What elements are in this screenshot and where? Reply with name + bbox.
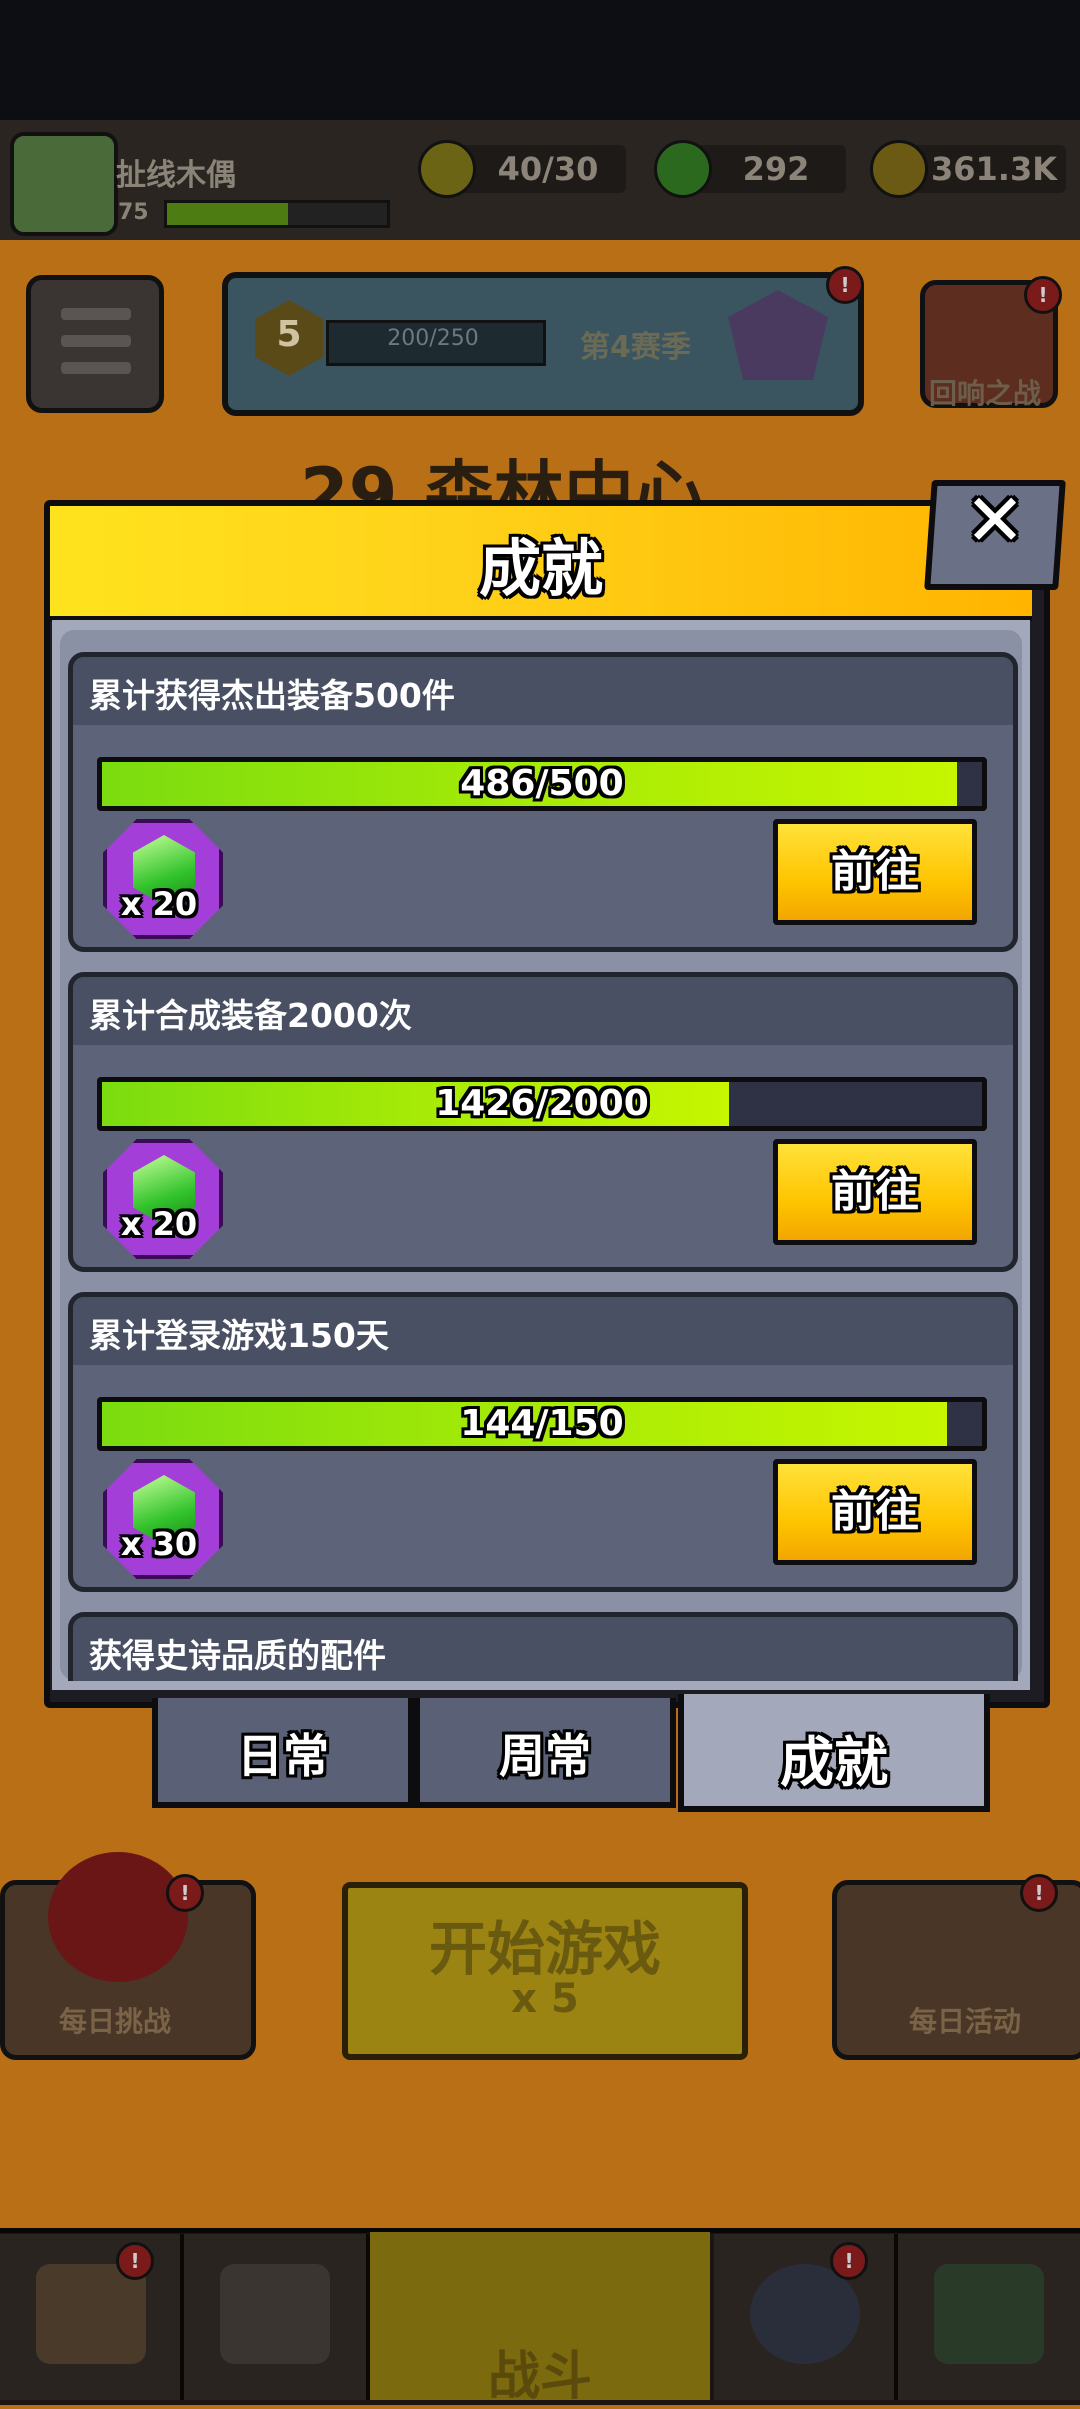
season-level: 5: [276, 314, 302, 355]
gem-add-icon[interactable]: [654, 140, 712, 198]
coin-add-icon[interactable]: [870, 140, 928, 198]
achievement-progress-bar: 486/500: [97, 757, 987, 811]
echo-battle-label: 回响之战: [928, 377, 1041, 410]
reward-quantity: x 20: [120, 885, 198, 923]
achievement-card: 累计登录游戏150天 144/150 x 30 前往: [68, 1292, 1018, 1592]
tab-shop[interactable]: [0, 2234, 184, 2400]
tab-equipment[interactable]: [184, 2234, 370, 2400]
achievement-progress-text: 144/150: [460, 1403, 624, 1444]
achievement-title: 累计登录游戏150天: [89, 1316, 389, 1355]
energy-value: 40/30: [497, 150, 599, 188]
achievement-title: 累计合成装备2000次: [89, 996, 412, 1035]
modal-title: 成就: [478, 532, 603, 605]
tab-battle-label: 战斗: [487, 2347, 592, 2407]
status-bar: [0, 0, 1080, 120]
reward-quantity: x 30: [120, 1525, 198, 1563]
achievement-card: 累计获得杰出装备500件 486/500 x 20 前往: [68, 652, 1018, 952]
tab-talent[interactable]: [714, 2234, 898, 2400]
player-avatar[interactable]: [10, 132, 118, 236]
go-button-label: 前往: [831, 1166, 919, 1217]
season-alert-badge: !: [826, 266, 864, 304]
achievement-progress-bar: 1426/2000: [97, 1077, 987, 1131]
season-label: 第4赛季: [580, 330, 691, 365]
dna-icon: [934, 2264, 1044, 2364]
coin-value: 361.3K: [930, 150, 1057, 188]
go-button-label: 前往: [831, 846, 919, 897]
menu-button[interactable]: [26, 275, 164, 413]
tab-daily-label: 日常: [237, 1729, 329, 1783]
tab-weekly-label: 周常: [499, 1729, 591, 1783]
gun-icon: [220, 2264, 330, 2364]
start-game-label: 开始游戏: [428, 1915, 661, 1983]
shop-alert-badge: !: [116, 2242, 154, 2280]
daily-challenge-label: 每日挑战: [58, 2005, 171, 2038]
echo-alert-badge: !: [1024, 276, 1062, 314]
reward-quantity: x 20: [120, 1205, 198, 1243]
energy-icon[interactable]: [418, 140, 476, 198]
gem-value: 292: [742, 150, 810, 188]
talent-alert-badge: !: [830, 2242, 868, 2280]
boxing-glove-icon: [48, 1852, 188, 1982]
achievement-card: 累计合成装备2000次 1426/2000 x 20 前往: [68, 972, 1018, 1272]
player-name: 扯线木偶: [116, 158, 236, 193]
achievement-card: 获得史诗品质的配件: [68, 1612, 1018, 1681]
daily-challenge-badge: !: [166, 1874, 204, 1912]
daily-event-label: 每日活动: [908, 2005, 1021, 2038]
daily-event-badge: !: [1020, 1874, 1058, 1912]
go-button-label: 前往: [831, 1486, 919, 1537]
player-level: 75: [118, 200, 149, 225]
tab-achievements-label: 成就: [780, 1731, 888, 1794]
xp-bar: [164, 200, 390, 228]
achievement-progress-text: 1426/2000: [435, 1083, 649, 1124]
season-progress-text: 200/250: [387, 326, 479, 351]
close-icon[interactable]: ✕: [928, 478, 1062, 562]
achievement-progress-bar: 144/150: [97, 1397, 987, 1451]
achievement-title: 累计获得杰出装备500件: [89, 676, 455, 715]
tab-evolution[interactable]: [898, 2234, 1080, 2400]
achievement-title: 获得史诗品质的配件: [89, 1636, 386, 1675]
start-game-cost: x 5: [511, 1976, 579, 2022]
achievement-progress-text: 486/500: [460, 763, 624, 804]
